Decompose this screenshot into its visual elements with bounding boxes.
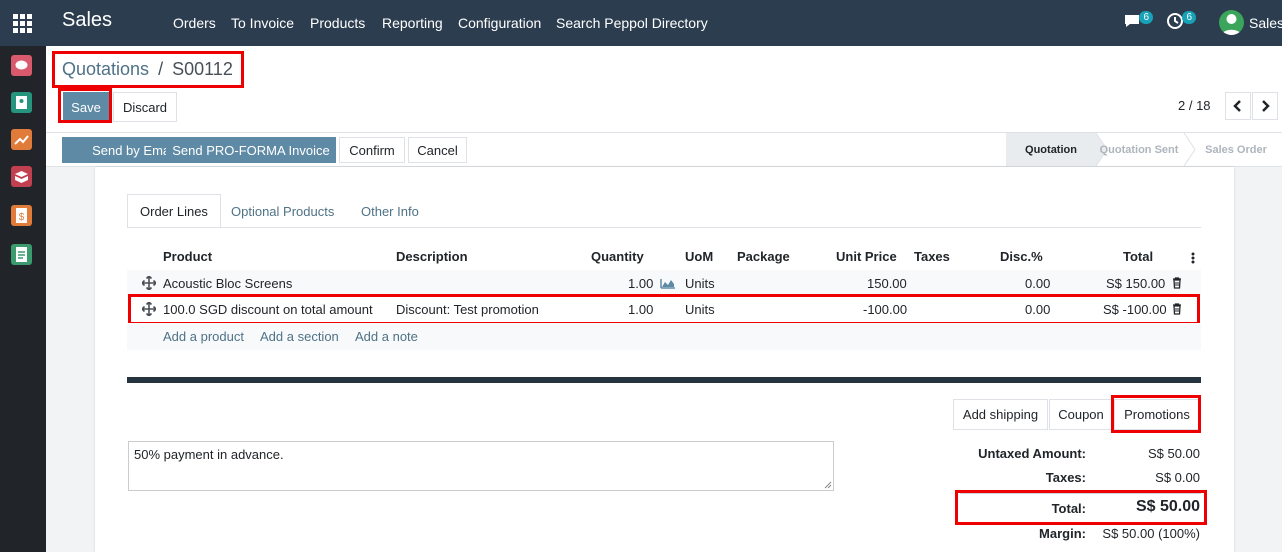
stage-quotation-sent[interactable]: Quotation Sent [1096, 133, 1182, 166]
add-note-link[interactable]: Add a note [355, 329, 418, 344]
line-disc[interactable]: 0.00 [1025, 276, 1050, 291]
app-menu-icon[interactable] [13, 14, 32, 33]
col-uom[interactable]: UoM [685, 249, 713, 264]
stage-sales-order[interactable]: Sales Order [1196, 133, 1276, 166]
menu-products[interactable]: Products [310, 15, 365, 31]
section-divider [127, 377, 1201, 383]
invoicing-icon[interactable]: $ [11, 205, 32, 226]
tab-divider [127, 227, 1201, 228]
messages-button[interactable]: 6 [1123, 11, 1153, 34]
sales-icon[interactable] [11, 129, 32, 150]
cancel-button[interactable]: Cancel [408, 137, 467, 163]
coupon-button[interactable]: Coupon [1049, 399, 1113, 430]
menu-to-invoice[interactable]: To Invoice [231, 15, 294, 31]
pager-value: 2 / 18 [1178, 98, 1211, 113]
svg-text:$: $ [19, 212, 25, 223]
activities-button[interactable]: 6 [1166, 11, 1196, 34]
send-proforma-button[interactable]: Send PRO-FORMA Invoice [166, 137, 336, 163]
col-unit-price[interactable]: Unit Price [836, 249, 897, 264]
confirm-button[interactable]: Confirm [339, 137, 405, 163]
messages-badge: 6 [1139, 11, 1153, 24]
highlight-discount-line [128, 294, 1200, 325]
resize-handle-icon[interactable] [824, 481, 832, 489]
taxes-value: S$ 0.00 [1155, 470, 1200, 485]
line-product[interactable]: Acoustic Bloc Screens [163, 276, 292, 291]
menu-search-peppol[interactable]: Search Peppol Directory [556, 15, 708, 31]
pager-previous[interactable] [1225, 92, 1251, 120]
chat-icon [1125, 15, 1139, 27]
drag-handle-icon[interactable] [142, 276, 156, 290]
user-name[interactable]: Sales [1249, 15, 1282, 31]
line-quantity[interactable]: 1.00 [628, 276, 653, 291]
stage-arrow-icon [1184, 133, 1196, 166]
highlight-promotions [1111, 395, 1201, 433]
line-unit-price[interactable]: 150.00 [867, 276, 907, 291]
col-package[interactable]: Package [737, 249, 790, 264]
app-sidebar: $ [0, 46, 46, 552]
documents-icon[interactable] [11, 244, 32, 265]
tab-optional-products[interactable]: Optional Products [219, 194, 346, 228]
margin-label: Margin: [1039, 526, 1086, 541]
terms-note-field[interactable]: 50% payment in advance. [128, 441, 834, 491]
trash-icon[interactable] [1172, 277, 1182, 289]
inventory-icon[interactable] [11, 166, 32, 187]
column-options-icon[interactable] [1190, 251, 1196, 265]
col-taxes[interactable]: Taxes [914, 249, 950, 264]
line-total: S$ 150.00 [1106, 276, 1166, 291]
activities-badge: 6 [1182, 11, 1196, 24]
col-disc[interactable]: Disc.% [1000, 249, 1043, 264]
menu-orders[interactable]: Orders [173, 15, 216, 31]
add-product-link[interactable]: Add a product [163, 329, 244, 344]
tab-order-lines[interactable]: Order Lines [127, 194, 221, 228]
menu-reporting[interactable]: Reporting [382, 15, 443, 31]
add-section-link[interactable]: Add a section [260, 329, 339, 344]
pager-next[interactable] [1252, 92, 1278, 120]
top-navbar: Sales Orders To Invoice Products Reporti… [0, 0, 1282, 46]
tab-other-info[interactable]: Other Info [349, 194, 431, 228]
chevron-left-icon [1233, 100, 1241, 112]
avatar[interactable] [1219, 10, 1244, 35]
taxes-label: Taxes: [1045, 470, 1086, 485]
highlight-breadcrumb [52, 51, 244, 88]
col-total[interactable]: Total [1123, 249, 1153, 264]
untaxed-amount-label: Untaxed Amount: [978, 446, 1086, 461]
add-shipping-button[interactable]: Add shipping [953, 399, 1048, 430]
clock-icon [1167, 13, 1183, 29]
untaxed-amount-value: S$ 50.00 [1147, 446, 1200, 461]
margin-value: S$ 50.00 (100%) [1102, 526, 1200, 541]
menu-configuration[interactable]: Configuration [458, 15, 541, 31]
user-icon [1222, 14, 1241, 35]
stage-quotation[interactable]: Quotation [1006, 133, 1096, 166]
col-product[interactable]: Product [163, 249, 212, 264]
col-quantity[interactable]: Quantity [591, 249, 644, 264]
status-bar: Send by Email Send PRO-FORMA Invoice Con… [46, 132, 1282, 167]
discuss-icon[interactable] [11, 55, 32, 76]
discard-button[interactable]: Discard [113, 92, 177, 122]
app-brand: Sales [62, 9, 113, 31]
highlight-save [58, 88, 112, 123]
highlight-total [955, 490, 1207, 525]
chevron-right-icon [1262, 100, 1270, 112]
col-description[interactable]: Description [396, 249, 468, 264]
forecast-chart-icon[interactable] [660, 277, 676, 289]
contacts-icon[interactable] [11, 92, 32, 113]
line-uom[interactable]: Units [685, 276, 715, 291]
